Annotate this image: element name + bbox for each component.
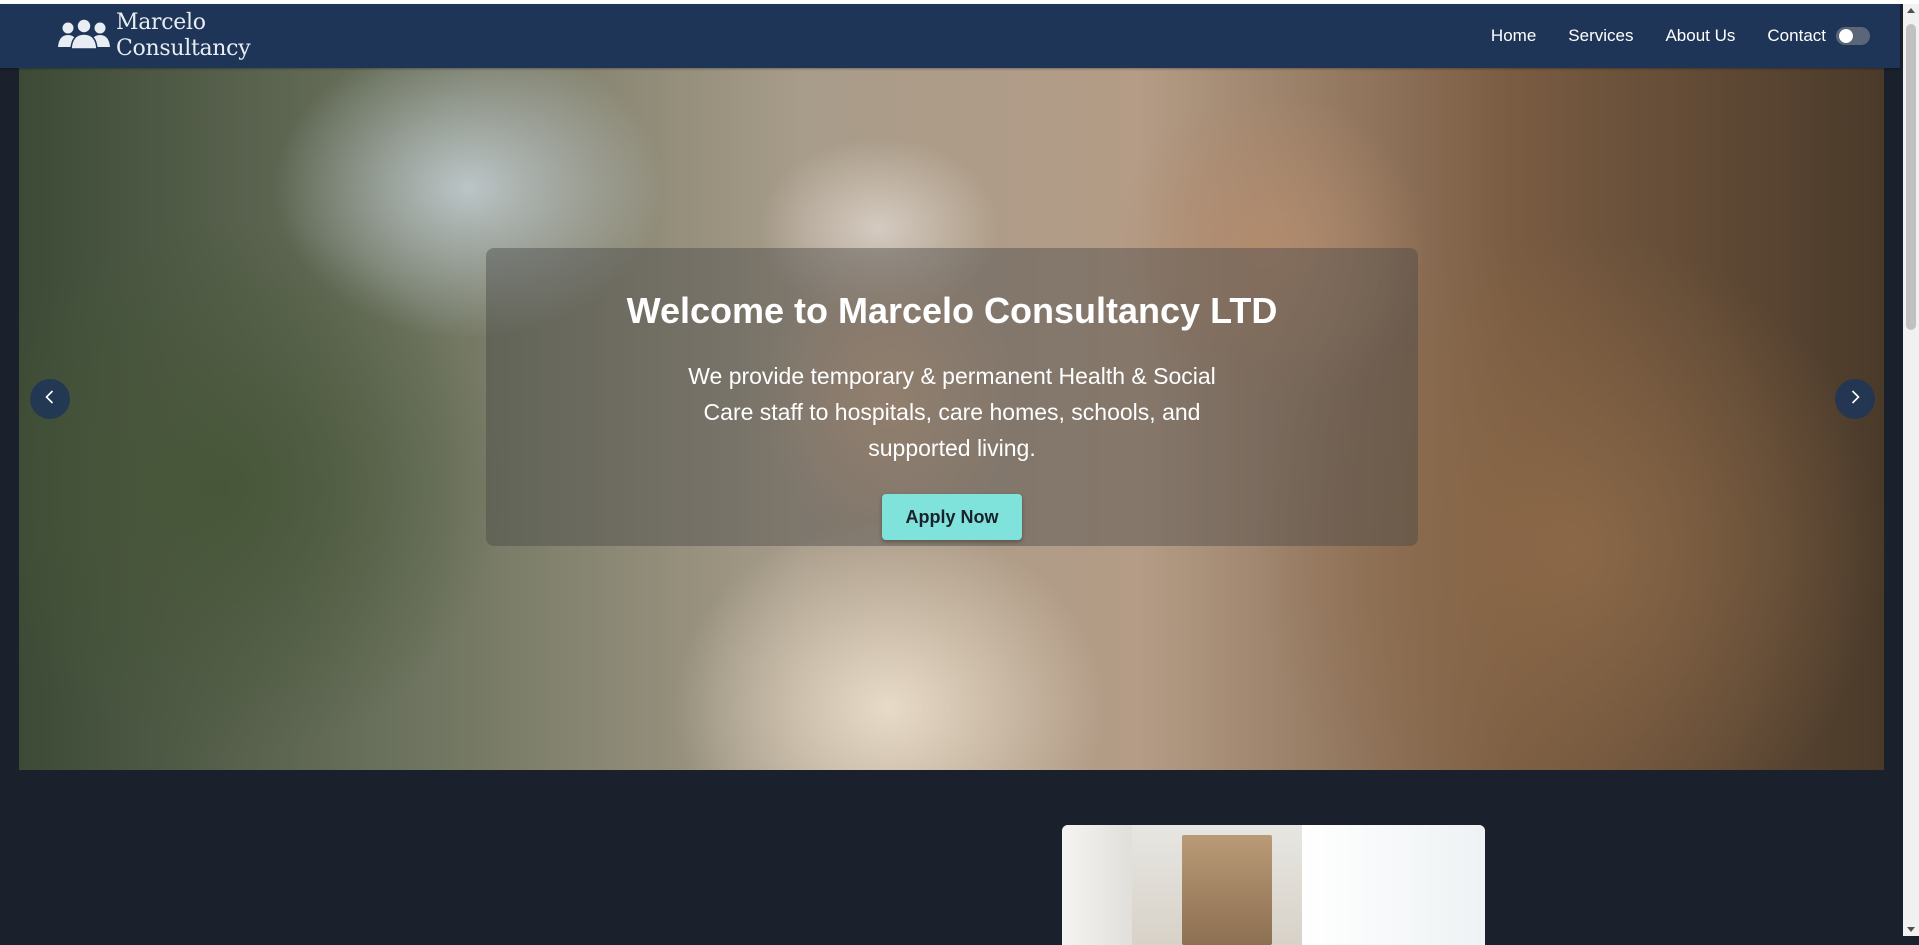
nav-services-link[interactable]: Services [1568,26,1633,46]
nav-about-link[interactable]: About Us [1665,26,1735,46]
nav-contact-link[interactable]: Contact [1767,26,1826,46]
hero-overlay: Welcome to Marcelo Consultancy LTD We pr… [486,248,1418,546]
carousel-prev-button[interactable] [30,379,70,419]
window-shape [1302,825,1485,945]
brand-name: Marcelo Consultancy [116,10,251,62]
scroll-up-arrow-icon[interactable] [1907,8,1915,13]
nav-home-link[interactable]: Home [1491,26,1536,46]
carousel-next-button[interactable] [1835,379,1875,419]
brand-logo[interactable]: Marcelo Consultancy [56,10,251,62]
chevron-right-icon [1847,389,1863,410]
toggle-knob [1839,29,1853,43]
brand-name-line2: Consultancy [116,36,251,61]
users-group-icon [56,17,112,56]
apply-now-button[interactable]: Apply Now [882,494,1022,540]
hero-title: Welcome to Marcelo Consultancy LTD [626,290,1278,331]
curtain-shape [1062,825,1132,945]
scroll-down-arrow-icon[interactable] [1907,927,1915,932]
theme-toggle[interactable] [1836,27,1870,45]
navbar: Marcelo Consultancy Home Services About … [0,4,1900,68]
vertical-scrollbar[interactable] [1903,4,1919,936]
shelf-shape [1182,835,1272,945]
hero-carousel: Welcome to Marcelo Consultancy LTD We pr… [19,68,1884,770]
scroll-thumb[interactable] [1906,24,1916,330]
hero-subtitle: We provide temporary & permanent Health … [688,363,1216,461]
brand-name-line1: Marcelo [116,10,206,35]
about-image-card [1062,825,1485,945]
chevron-left-icon [42,389,58,410]
nav-links: Home Services About Us Contact [1491,26,1870,46]
